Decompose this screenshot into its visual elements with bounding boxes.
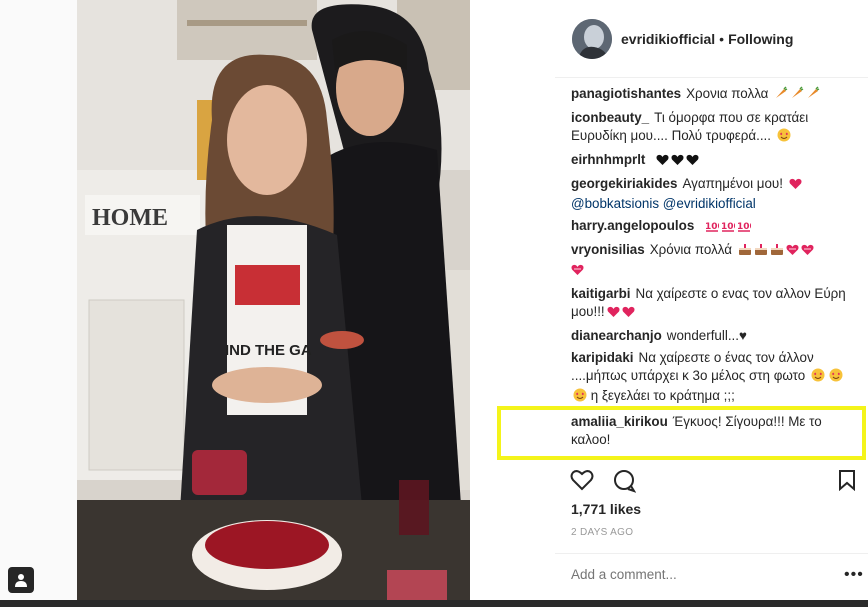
- comment-text: wonderfull...♥: [666, 328, 747, 343]
- comment: kaitigarbi Να χαίρεστε ο ενας τον αλλον Ε…: [571, 285, 856, 323]
- comment-bubble-icon[interactable]: [612, 469, 637, 498]
- tag-people-button[interactable]: [8, 567, 34, 593]
- add-comment-input[interactable]: [571, 567, 831, 582]
- comment: harry.angelopoulos 100100100: [571, 217, 856, 237]
- comment-username[interactable]: iconbeauty_: [571, 110, 649, 125]
- following-button[interactable]: Following: [728, 31, 793, 47]
- hundred-icon: 100: [705, 219, 724, 237]
- comment-text: Χρόνια πολλά: [649, 242, 733, 257]
- left-gutter: [0, 0, 77, 607]
- comment-text-suffix: η ξεγελάει το κράτημα ;;;: [590, 388, 735, 403]
- black-heart-icon: [686, 153, 699, 171]
- heart-box-icon: [786, 243, 799, 261]
- comment: karipidaki Να χαίρεστε ο ένας τον άλλον .…: [571, 349, 856, 407]
- comment-username[interactable]: panagiotishantes: [571, 86, 681, 101]
- photo-sign-text: HOME: [92, 205, 168, 231]
- comment-text: Χρονια πολλα: [686, 86, 769, 101]
- photo-illustration: HOME IND THE GA: [77, 0, 470, 600]
- comment: georgekiriakides Αγαπημένοι μου! @bobkats…: [571, 175, 856, 213]
- action-bar: [555, 466, 868, 496]
- username-link[interactable]: evridikiofficial: [621, 31, 715, 47]
- black-heart-icon: [656, 153, 669, 171]
- avatar[interactable]: [572, 19, 612, 59]
- carrot-icon: [790, 86, 804, 105]
- carrot-icon: [774, 86, 788, 105]
- post-timestamp: 2 DAYS AGO: [571, 527, 634, 538]
- red-heart-icon: [789, 177, 802, 195]
- heart-box-icon: [571, 263, 584, 281]
- heart-eyes-icon: [829, 368, 843, 387]
- post-side-panel: evridikiofficial • Following panagiotishan…: [555, 0, 868, 607]
- red-heart-icon: [607, 305, 620, 323]
- post-header: evridikiofficial • Following: [555, 0, 868, 78]
- bookmark-icon[interactable]: [838, 469, 856, 496]
- red-heart-icon: [622, 305, 635, 323]
- hundred-icon: 100: [737, 219, 756, 237]
- bottom-strip: [0, 600, 868, 607]
- cake-icon: [738, 243, 752, 261]
- heart-eyes-icon: [777, 128, 791, 147]
- heart-eyes-icon: [811, 368, 825, 387]
- comment: eirhnhmprlt: [571, 151, 856, 171]
- cake-icon: [770, 243, 784, 261]
- mention-link[interactable]: @bobkatsionis: [571, 196, 659, 211]
- black-heart-icon: [671, 153, 684, 171]
- hundred-icon: 100: [721, 219, 740, 237]
- heart-box-icon: [801, 243, 814, 261]
- mention-link[interactable]: @evridikiofficial: [663, 196, 756, 211]
- comment: panagiotishantes Χρονια πολλα: [571, 85, 856, 105]
- comment-username[interactable]: vryonisilias: [571, 242, 645, 257]
- comment-username[interactable]: georgekiriakides: [571, 176, 677, 191]
- comment: iconbeauty_ Τι όμορφα που σε κρατάει Ευρυ…: [571, 109, 856, 147]
- highlight-box: [497, 406, 866, 460]
- comment-username[interactable]: dianearchanjo: [571, 328, 662, 343]
- more-options-icon[interactable]: •••: [844, 566, 864, 584]
- avatar-image: [572, 19, 612, 59]
- photo-shirt-text: IND THE GA: [225, 342, 312, 359]
- comments-list: panagiotishantes Χρονια πολλα iconbeauty_…: [571, 85, 856, 453]
- comment-username[interactable]: eirhnhmprlt: [571, 152, 645, 167]
- person-icon: [15, 574, 27, 587]
- comment: vryonisilias Χρόνια πολλά: [571, 241, 856, 281]
- like-heart-icon[interactable]: [570, 469, 594, 496]
- heart-eyes-icon: [573, 388, 587, 407]
- comment-username[interactable]: kaitigarbi: [571, 286, 631, 301]
- carrot-icon: [806, 86, 820, 105]
- header-text: evridikiofficial • Following: [621, 31, 793, 47]
- comment-username[interactable]: harry.angelopoulos: [571, 218, 694, 233]
- post-photo[interactable]: HOME IND THE GA: [77, 0, 470, 600]
- comment-text: Αγαπημένοι μου!: [682, 176, 783, 191]
- comment: dianearchanjo wonderfull...♥: [571, 327, 856, 345]
- comment-username[interactable]: karipidaki: [571, 350, 634, 365]
- add-comment-row: •••: [555, 553, 868, 600]
- cake-icon: [754, 243, 768, 261]
- likes-count[interactable]: 1,771 likes: [571, 501, 641, 517]
- separator-dot: •: [719, 31, 725, 47]
